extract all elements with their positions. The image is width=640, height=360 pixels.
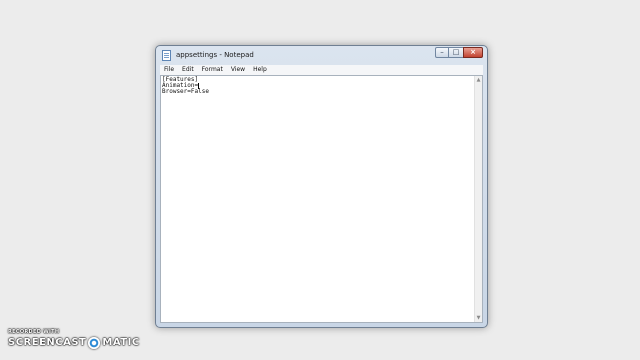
record-button-icon (88, 337, 101, 349)
scroll-up-icon[interactable]: ▲ (475, 76, 482, 84)
notepad-icon (162, 50, 171, 61)
title-bar[interactable]: appsettings - Notepad – □ × (156, 46, 487, 66)
scroll-down-icon[interactable]: ▼ (475, 314, 482, 322)
editor-line: Browser=False (162, 88, 209, 95)
menu-format[interactable]: Format (198, 65, 227, 75)
notepad-window: appsettings - Notepad – □ × File Edit Fo… (155, 45, 488, 328)
menu-bar: File Edit Format View Help (160, 65, 483, 75)
editor-content[interactable]: [Features] Animation= Browser=False (162, 77, 473, 322)
close-button[interactable]: × (463, 47, 483, 58)
window-title: appsettings - Notepad (176, 51, 254, 59)
menu-file[interactable]: File (160, 65, 178, 75)
text-editor[interactable]: [Features] Animation= Browser=False ▲ ▼ (160, 75, 483, 323)
minimize-button[interactable]: – (435, 47, 449, 58)
menu-help[interactable]: Help (249, 65, 271, 75)
menu-edit[interactable]: Edit (178, 65, 198, 75)
watermark-recorded-with: RECORDED WITH (8, 329, 60, 335)
maximize-button[interactable]: □ (449, 47, 463, 58)
screencast-watermark: RECORDED WITH SCREENCAST MATIC (8, 329, 140, 349)
watermark-left-word: SCREENCAST (8, 337, 87, 348)
watermark-right-word: MATIC (102, 337, 140, 348)
vertical-scrollbar[interactable]: ▲ ▼ (474, 76, 482, 322)
caption-buttons: – □ × (435, 47, 483, 59)
menu-view[interactable]: View (227, 65, 249, 75)
watermark-logo: SCREENCAST MATIC (8, 337, 140, 349)
